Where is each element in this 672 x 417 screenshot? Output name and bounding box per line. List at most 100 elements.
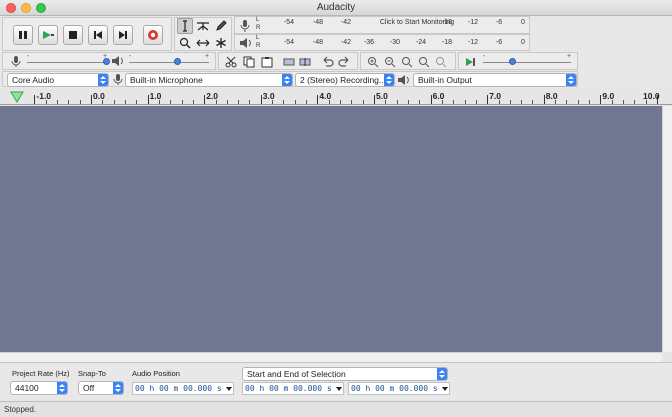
fit-project-button[interactable] <box>416 54 432 70</box>
play-button[interactable] <box>38 25 58 45</box>
timeline-minor-tick <box>634 100 636 104</box>
timeline-minor-tick <box>57 100 59 104</box>
recording-meter-toolbar[interactable]: L R -54 -48 -42 Click to Start Monitorin… <box>234 16 530 34</box>
timeline-minor-tick <box>464 100 466 104</box>
timeline-minor-tick <box>441 100 443 104</box>
playback-meter-scale: -54 -48 -42 -36 -30 -24 -18 -12 -6 0 <box>261 39 529 49</box>
selection-end-time[interactable]: 00 h 00 m 00.000 s <box>348 382 450 395</box>
scissors-icon <box>225 56 237 68</box>
selection-mode-select[interactable]: Start and End of Selection <box>242 367 448 381</box>
cut-button[interactable] <box>223 54 239 70</box>
timeline-minor-tick <box>577 100 579 104</box>
timeline-minor-tick <box>509 100 511 104</box>
project-rate-select[interactable]: 44100 <box>10 381 68 395</box>
envelope-tool-button[interactable] <box>195 18 211 34</box>
selection-start-time[interactable]: 00 h 00 m 00.000 s <box>242 382 344 395</box>
playback-volume-slider[interactable] <box>129 62 209 63</box>
double-arrow-icon <box>196 39 210 47</box>
undo-button[interactable] <box>319 54 335 70</box>
audio-position-label: Audio Position <box>132 369 180 378</box>
silence-audio-icon <box>299 58 311 66</box>
meter-channel-left: L <box>256 35 260 41</box>
timeline-minor-tick <box>215 100 217 104</box>
project-rate-label: Project Rate (Hz) <box>12 369 70 378</box>
output-device-value: Built-in Output <box>418 75 472 85</box>
timeline-minor-tick <box>113 100 115 104</box>
recording-volume-slider[interactable] <box>27 62 107 63</box>
zoom-toolbar <box>360 52 456 70</box>
paste-button[interactable] <box>259 54 275 70</box>
zoom-in-button[interactable] <box>365 54 381 70</box>
trim-button[interactable] <box>281 54 297 70</box>
meter-tick-label: -36 <box>363 39 375 46</box>
draw-tool-button[interactable] <box>213 18 229 34</box>
audio-host-select[interactable]: Core Audio <box>7 73 109 87</box>
zoom-tool-button[interactable] <box>177 35 193 51</box>
playback-meter-toolbar[interactable]: L R -54 -48 -42 -36 -30 -24 -18 -12 -6 0 <box>234 34 530 51</box>
multi-tool-button[interactable] <box>213 35 229 51</box>
timeline-minor-tick <box>385 100 387 104</box>
timeline-minor-tick <box>498 100 500 104</box>
meter-tick-label: -12 <box>467 19 479 26</box>
envelope-icon <box>197 22 209 31</box>
zoom-out-button[interactable] <box>382 54 398 70</box>
chevron-updown-icon <box>98 74 108 86</box>
selection-tool-button[interactable] <box>177 18 193 34</box>
chevron-updown-icon <box>384 74 394 86</box>
input-device-icon <box>113 73 123 88</box>
skip-to-end-button[interactable] <box>113 25 133 45</box>
pause-button[interactable] <box>13 25 33 45</box>
vertical-scrollbar[interactable] <box>662 106 672 352</box>
title-bar: Audacity <box>0 0 672 16</box>
timeline-minor-tick <box>419 100 421 104</box>
play-speed-knob[interactable] <box>509 58 516 65</box>
selection-end-value: 00 h 00 m 00.000 s <box>351 384 438 393</box>
input-channels-select[interactable]: 2 (Stereo) Recording... <box>295 73 395 87</box>
recording-volume-knob[interactable] <box>103 58 110 65</box>
record-button[interactable] <box>143 25 163 45</box>
meter-tick-label: -42 <box>340 19 352 26</box>
audio-position-value: 00 h 00 m 00.000 s <box>135 384 222 393</box>
track-area[interactable] <box>0 106 662 352</box>
snap-to-select[interactable]: Off <box>78 381 124 395</box>
timeline-minor-tick <box>45 100 47 104</box>
play-at-speed-button[interactable] <box>463 54 479 70</box>
dropdown-arrow-icon <box>226 387 232 391</box>
window-title: Audacity <box>316 2 356 13</box>
audio-position-time[interactable]: 00 h 00 m 00.000 s <box>132 382 234 395</box>
snap-to-value: Off <box>83 383 95 393</box>
stop-button[interactable] <box>63 25 83 45</box>
play-speed-slider[interactable] <box>483 62 571 63</box>
silence-button[interactable] <box>297 54 313 70</box>
fit-selection-button[interactable] <box>399 54 415 70</box>
meter-tick-label: -18 <box>441 39 453 46</box>
redo-button[interactable] <box>337 54 353 70</box>
skip-start-icon <box>94 31 102 39</box>
playback-volume-knob[interactable] <box>174 58 181 65</box>
timeline-major-tick <box>374 95 375 104</box>
horizontal-scrollbar[interactable] <box>0 352 662 362</box>
meter-tick-label: -30 <box>389 39 401 46</box>
timeline-major-tick <box>317 95 319 104</box>
timeline-ruler[interactable]: -1.0 0.0 1.0 2.0 3.0 4.0 5.0 6.0 7.0 8.0 9.0 10.0 <box>0 88 672 105</box>
timeline-minor-tick <box>192 100 194 104</box>
meter-tick-label: -12 <box>467 39 479 46</box>
copy-button[interactable] <box>241 54 257 70</box>
timeline-major-tick <box>430 95 432 104</box>
slider-min-label: - <box>483 53 486 60</box>
time-shift-tool-button[interactable] <box>195 35 211 51</box>
skip-to-start-button[interactable] <box>88 25 108 45</box>
play-at-speed-toolbar: - + <box>458 52 578 70</box>
trim-audio-icon <box>283 58 295 66</box>
chevron-updown-icon <box>113 382 123 394</box>
timeline-tick-label: 10.0 <box>643 91 660 101</box>
play-head-triangle-icon[interactable] <box>10 91 24 105</box>
input-device-select[interactable]: Built-in Microphone <box>125 73 293 87</box>
meter-channel-right: R <box>256 43 261 49</box>
output-device-select[interactable]: Built-in Output <box>413 73 577 87</box>
chevron-updown-icon <box>566 74 576 86</box>
selection-toolbar: Project Rate (Hz) 44100 Snap-To Off Audi… <box>0 362 672 400</box>
zoom-toggle-button[interactable] <box>433 54 449 70</box>
play-at-speed-icon <box>466 58 475 66</box>
device-toolbar: Core Audio Built-in Microphone 2 (Stereo… <box>2 71 578 87</box>
